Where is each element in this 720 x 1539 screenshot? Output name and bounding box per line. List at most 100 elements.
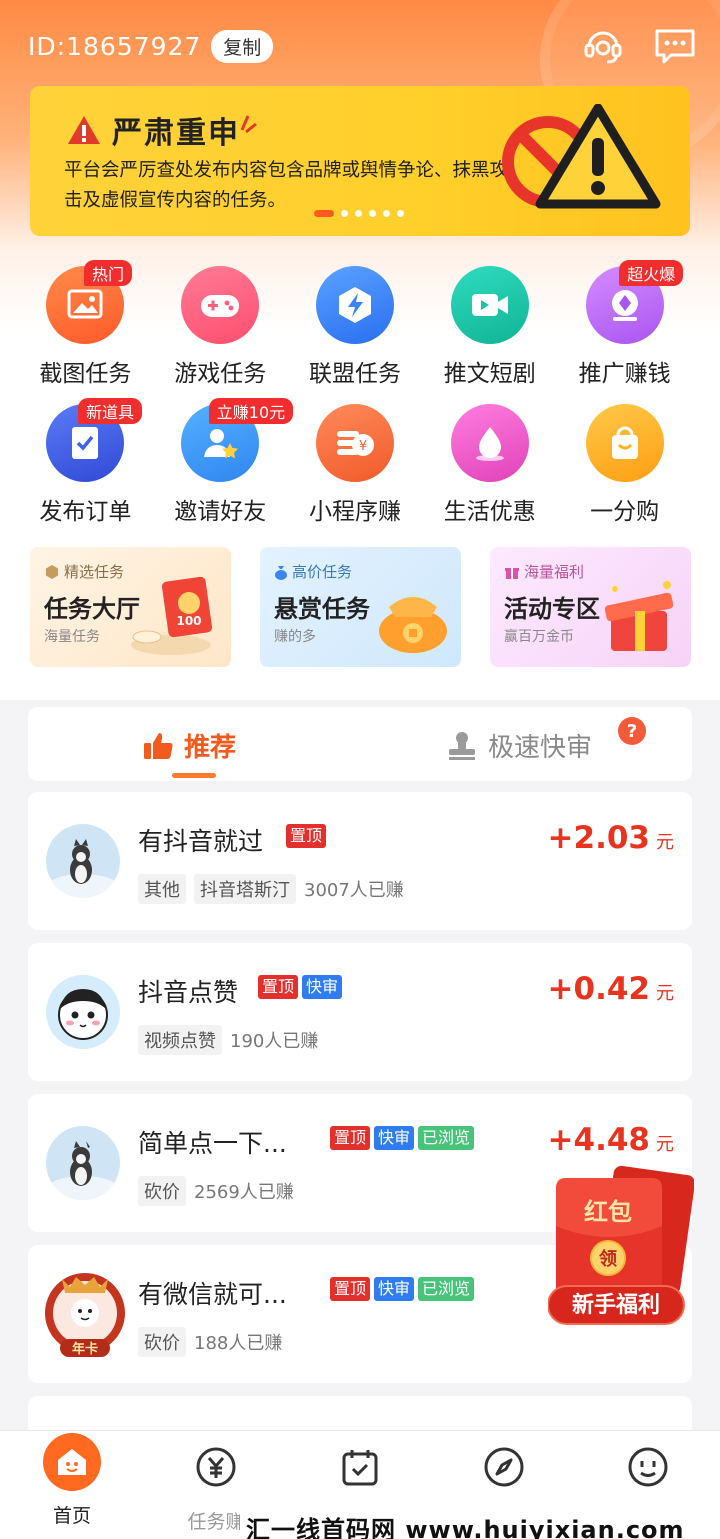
task-tags: 其他 抖音塔斯汀 3007人已赚 <box>138 874 404 904</box>
task-badges: 置顶 快审 <box>258 975 343 999</box>
grid-item-promote-earn[interactable]: 超火爆 推广赚钱 <box>557 260 692 400</box>
calendar-check-icon <box>336 1443 384 1491</box>
grid-item-mini-program[interactable]: ¥ 小程序赚 <box>288 400 423 538</box>
nav-label: 首页 <box>52 1505 91 1527</box>
card-subtitle: 赚的多 <box>274 629 316 645</box>
task-title: 有微信就可... <box>138 1280 287 1309</box>
warning-sign-illustration <box>502 103 662 220</box>
card-small-label: 海量福利 <box>504 561 584 582</box>
task-badges: 置顶 快审 已浏览 <box>330 1277 475 1301</box>
task-tabs: 推荐 极速快审 ? <box>28 707 692 781</box>
pagination-dot[interactable] <box>397 210 404 217</box>
reward-amount: +2.03 <box>547 820 650 856</box>
drop-icon <box>450 404 529 482</box>
help-icon[interactable]: ? <box>618 717 646 745</box>
earned-count: 3007人已赚 <box>304 880 404 901</box>
task-title: 有抖音就过 <box>138 827 264 856</box>
earned-count: 188人已赚 <box>194 1333 283 1354</box>
banner-pagination <box>314 210 404 217</box>
earned-count: 190人已赚 <box>230 1031 319 1052</box>
gold-pouch-illustration <box>379 597 447 653</box>
grid-item-publish-order[interactable]: 新道具 发布订单 <box>18 398 153 538</box>
grid-item-alliance-task[interactable]: 联盟任务 <box>288 262 423 400</box>
reward-unit: 元 <box>656 983 674 1004</box>
card-small-text: 海量福利 <box>524 563 585 581</box>
grid-label: 推广赚钱 <box>578 361 671 387</box>
grid-label: 推文短剧 <box>443 361 536 387</box>
svg-text:100: 100 <box>176 614 201 628</box>
badge-new-item: 新道具 <box>78 398 143 424</box>
grid-item-one-cent[interactable]: 一分购 <box>557 400 692 538</box>
grid-label: 生活优惠 <box>443 499 536 525</box>
gift-icon <box>505 567 519 579</box>
stamp-icon <box>449 731 475 760</box>
badge-earn-10: 立赚10元 <box>208 398 294 424</box>
customer-service-icon[interactable] <box>582 26 624 66</box>
reward-amount: +0.42 <box>547 971 650 1007</box>
task-tag: 视频点赞 <box>138 1025 222 1055</box>
pagination-dot[interactable] <box>383 210 390 217</box>
pagination-dot[interactable] <box>341 210 348 217</box>
pagination-dot[interactable] <box>369 210 376 217</box>
card-subtitle: 赢百万金币 <box>504 629 574 645</box>
lightning-icon <box>315 266 394 344</box>
task-badges: 置顶 快审 已浏览 <box>330 1126 475 1150</box>
reward-unit: 元 <box>656 1134 674 1155</box>
card-small-text: 精选任务 <box>64 563 125 581</box>
badge-pinned: 置顶 <box>258 975 299 999</box>
task-tag: 砍价 <box>138 1327 186 1357</box>
active-tab-indicator <box>172 773 216 778</box>
task-reward: +0.42 元 <box>548 971 674 1007</box>
reward-amount: +4.48 <box>547 1122 650 1158</box>
coin-stack-icon: ¥ <box>315 404 394 482</box>
tab-recommend[interactable]: 推荐 <box>142 727 236 764</box>
tab-fast-review[interactable]: 极速快审 <box>446 727 592 764</box>
red-packet-claim: 领 <box>599 1248 617 1270</box>
thumbs-up-icon <box>144 732 173 759</box>
grid-label: 截图任务 <box>39 361 132 387</box>
nav-home[interactable]: 首页 <box>0 1431 144 1528</box>
badge-fast-review: 快审 <box>374 1126 415 1150</box>
newbie-red-packet[interactable]: 红包 领 新手福利 <box>547 1162 695 1332</box>
copy-id-button[interactable]: 复制 <box>211 29 274 63</box>
task-tags: 视频点赞 190人已赚 <box>138 1025 318 1055</box>
card-subtitle: 海量任务 <box>44 629 100 645</box>
card-small-label: 精选任务 <box>44 561 124 582</box>
task-category-grid: 热门 截图任务 游戏任务 联盟任务 推文短剧 超火爆 推广赚钱 新道具 发布订单… <box>18 260 702 538</box>
card-activity-zone[interactable]: 海量福利 活动专区 赢百万金币 <box>490 547 691 667</box>
card-bounty-task[interactable]: 高价任务 悬赏任务 赚的多 <box>260 547 461 667</box>
red-packet-title: 红包 <box>584 1198 632 1226</box>
grid-item-screenshot-task[interactable]: 热门 截图任务 <box>18 260 153 400</box>
task-card[interactable]: 抖音点赞 置顶 快审 视频点赞 190人已赚 +0.42 元 <box>28 943 692 1081</box>
task-tag: 砍价 <box>138 1176 186 1206</box>
announcement-banner[interactable]: 严肃重申 平台会严厉查处发布内容包含品牌或舆情争论、抹黑攻击及虚假宣传内容的任务… <box>30 86 690 236</box>
pagination-dot-active[interactable] <box>314 210 334 217</box>
badge-fast-review: 快审 <box>374 1277 415 1301</box>
grid-item-short-drama[interactable]: 推文短剧 <box>422 262 557 400</box>
yuan-coin-icon <box>192 1443 240 1491</box>
badge-pinned: 置顶 <box>330 1126 371 1150</box>
grid-item-invite-friends[interactable]: 立赚10元 邀请好友 <box>153 398 294 538</box>
banner-text: 平台会严厉查处发布内容包含品牌或舆情争论、抹黑攻击及虚假宣传内容的任务。 <box>64 160 509 211</box>
card-title: 悬赏任务 <box>274 595 370 623</box>
grid-item-game-task[interactable]: 游戏任务 <box>153 262 288 400</box>
reward-unit: 元 <box>656 832 674 853</box>
pagination-dot[interactable] <box>355 210 362 217</box>
card-task-hall[interactable]: 精选任务 任务大厅 海量任务 100 <box>30 547 231 667</box>
task-badges: 置顶 <box>286 824 327 848</box>
badge-pinned: 置顶 <box>286 824 327 848</box>
message-icon[interactable] <box>654 26 696 66</box>
home-icon <box>43 1433 101 1491</box>
earned-count: 2569人已赚 <box>194 1182 294 1203</box>
header: ID:18657927 复制 <box>28 26 696 66</box>
video-icon <box>450 266 529 344</box>
banner-title: 严肃重申 <box>66 108 258 152</box>
task-card[interactable]: 有抖音就过 置顶 其他 抖音塔斯汀 3007人已赚 +2.03 元 <box>28 792 692 930</box>
money-bag-icon <box>275 565 287 580</box>
gamepad-icon <box>181 266 260 344</box>
annual-card-label: 年卡 <box>72 1341 98 1357</box>
grid-item-life-discount[interactable]: 生活优惠 <box>422 400 557 538</box>
grid-label: 游戏任务 <box>174 361 267 387</box>
watermark-text: 汇一线首码网 www.huiyixian.com <box>240 1510 691 1539</box>
avatar <box>46 975 120 1049</box>
